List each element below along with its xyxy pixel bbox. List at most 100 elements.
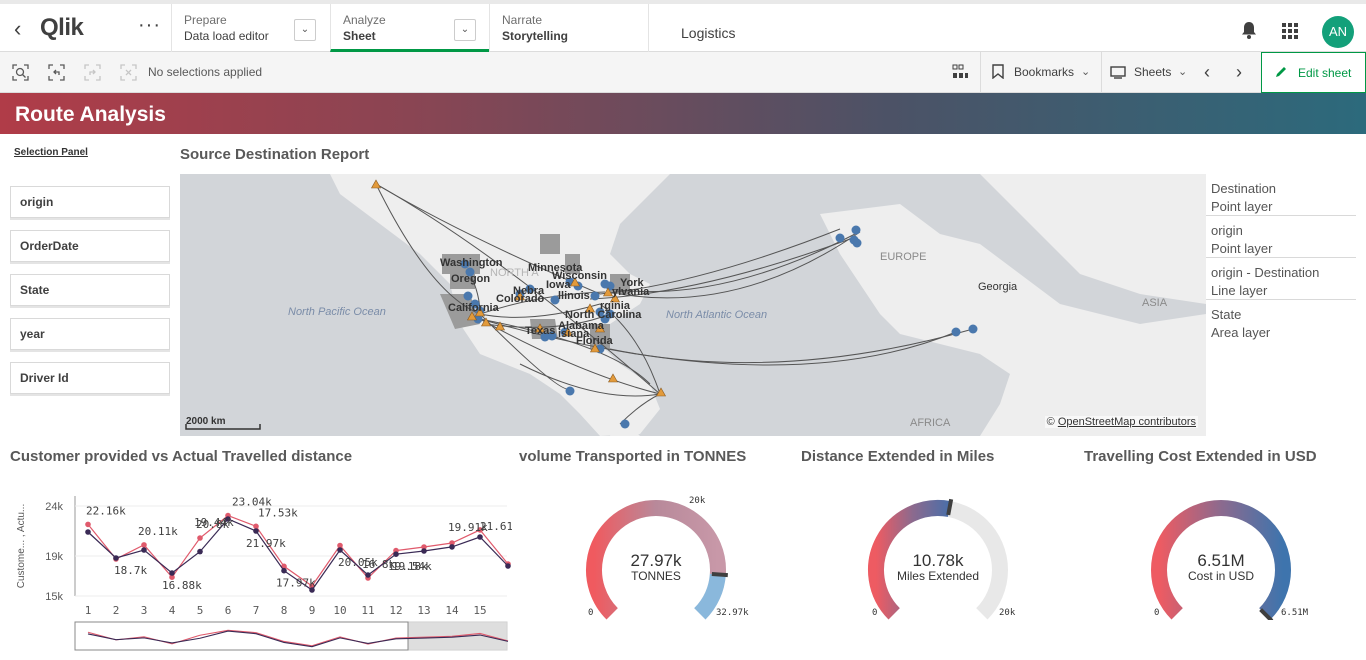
- data-label: 17.97k: [276, 577, 316, 590]
- legend-name: origin: [1211, 223, 1243, 238]
- credit-prefix: ©: [1046, 416, 1055, 428]
- legend-type: Area layer: [1211, 325, 1271, 340]
- scale-label: 2000 km: [186, 416, 226, 427]
- x-tick-label: 8: [281, 604, 288, 617]
- filter-driver-id[interactable]: Driver Id: [10, 362, 170, 394]
- map-legend: Destination Point layer origin Point layer…: [1206, 174, 1356, 342]
- x-tick-label: 5: [197, 604, 204, 617]
- bookmark-icon[interactable]: [992, 64, 1004, 82]
- bell-icon[interactable]: [1241, 21, 1257, 44]
- gauge-distance[interactable]: 10.78k Miles Extended 0 20k: [858, 490, 1018, 620]
- gauge-max: 6.51M: [1281, 608, 1309, 618]
- more-icon[interactable]: ···: [138, 14, 161, 37]
- legend-name: Destination: [1211, 181, 1277, 196]
- gauge-unit: TONNES: [631, 569, 681, 583]
- openstreetmap-link[interactable]: OpenStreetMap contributors: [1058, 416, 1196, 428]
- step-forward-icon[interactable]: [84, 64, 101, 84]
- toolbar-divider: [1101, 52, 1102, 93]
- map-credit: © OpenStreetMap contributors: [1044, 416, 1198, 428]
- chevron-down-icon[interactable]: ⌄: [454, 19, 476, 41]
- data-point: [113, 555, 119, 561]
- smart-search-icon[interactable]: [12, 64, 29, 84]
- filter-year[interactable]: year: [10, 318, 170, 350]
- filter-state[interactable]: State: [10, 274, 170, 306]
- label-iowa: Iowa: [546, 279, 571, 291]
- y-tick-label: 19k: [45, 551, 63, 563]
- label-illinois: llinois: [558, 290, 590, 302]
- gauge-value: 6.51M: [1197, 551, 1245, 570]
- map-title: Source Destination Report: [180, 146, 370, 163]
- data-point: [393, 551, 399, 557]
- next-sheet-icon[interactable]: ›: [1236, 62, 1242, 83]
- x-tick-label: 11: [361, 604, 374, 617]
- tab-analyze[interactable]: Analyze Sheet ⌄: [330, 4, 489, 52]
- legend-name: State: [1211, 307, 1242, 322]
- label-georgia: Georgia: [978, 281, 1018, 293]
- data-point: [449, 544, 455, 550]
- state-area[interactable]: [540, 234, 560, 254]
- tab-prepare[interactable]: Prepare Data load editor ⌄: [171, 4, 330, 52]
- x-tick-label: 13: [417, 604, 430, 617]
- data-point: [365, 572, 371, 578]
- avatar[interactable]: AN: [1322, 16, 1354, 48]
- tab-prepare-label: Prepare: [184, 13, 227, 27]
- back-icon[interactable]: ‹: [14, 16, 21, 42]
- gauge-volume[interactable]: 27.97k TONNES 0 32.97k 20k: [576, 490, 749, 620]
- label-north-atlantic: North Atlantic Ocean: [666, 309, 767, 321]
- x-tick-label: 2: [113, 604, 120, 617]
- legend-destination[interactable]: Destination Point layer: [1206, 174, 1356, 216]
- legend-state[interactable]: State Area layer: [1206, 300, 1356, 342]
- legend-type: Line layer: [1211, 283, 1268, 298]
- gauge-unit: Cost in USD: [1187, 569, 1255, 583]
- top-nav-bar: ‹ Qlik ··· Prepare Data load editor ⌄ An…: [0, 0, 1366, 52]
- legend-origin-destination[interactable]: origin - Destination Line layer: [1206, 258, 1356, 300]
- data-point: [169, 570, 175, 576]
- clear-selections-icon[interactable]: [120, 64, 137, 84]
- step-back-icon[interactable]: [48, 64, 65, 84]
- sheet-title: Route Analysis: [15, 103, 166, 126]
- label-pennsylvania: ylvania: [612, 286, 650, 298]
- x-tick-label: 14: [445, 604, 459, 617]
- chevron-down-icon[interactable]: ⌄: [294, 19, 316, 41]
- qlik-logo[interactable]: Qlik: [40, 14, 84, 42]
- chevron-down-icon[interactable]: ⌄: [1081, 65, 1090, 78]
- app-name: Logistics: [681, 25, 736, 41]
- tab-narrate-value: Storytelling: [502, 29, 569, 43]
- previous-sheet-icon[interactable]: ‹: [1204, 62, 1210, 83]
- filter-orderdate[interactable]: OrderDate: [10, 230, 170, 262]
- legend-type: Point layer: [1211, 241, 1273, 256]
- legend-origin[interactable]: origin Point layer: [1206, 216, 1356, 258]
- label-north-pacific: North Pacific Ocean: [288, 306, 386, 318]
- gauge1-title: volume Transported in TONNES: [519, 448, 747, 465]
- label-florida: Florida: [576, 335, 614, 347]
- edit-sheet-button[interactable]: Edit sheet: [1261, 52, 1366, 93]
- gauge3-title: Travelling Cost Extended in USD: [1084, 448, 1317, 465]
- data-label: 19.18k: [388, 560, 428, 573]
- data-point: [85, 529, 91, 535]
- tab-narrate[interactable]: Narrate Storytelling: [489, 4, 649, 52]
- sheets-button[interactable]: Sheets: [1134, 65, 1171, 79]
- gauge-value: 27.97k: [630, 551, 682, 570]
- filter-origin[interactable]: origin: [10, 186, 170, 218]
- chevron-down-icon[interactable]: ⌄: [1178, 65, 1187, 78]
- apps-grid-icon[interactable]: [1282, 23, 1298, 39]
- label-africa: AFRICA: [910, 417, 951, 429]
- data-label: 16.88k: [162, 579, 202, 592]
- x-tick-label: 12: [389, 604, 402, 617]
- route-map[interactable]: EUROPE ASIA AFRICA Georgia North Pacific…: [180, 174, 1206, 436]
- data-point: [505, 563, 511, 569]
- bookmarks-button[interactable]: Bookmarks: [1014, 65, 1074, 79]
- data-label: 21.97k: [246, 537, 286, 550]
- map-canvas: EUROPE ASIA AFRICA Georgia North Pacific…: [185, 174, 1206, 436]
- gauge-value: 10.78k: [912, 551, 964, 570]
- line-chart[interactable]: 24k19k15kCustome... , Actu...1 2 3 4 5 6 7 8 9 10…: [0, 478, 512, 660]
- y-tick-label: 24k: [45, 501, 63, 513]
- gauge-segment: 20k: [689, 496, 706, 506]
- data-label: 18.7k: [114, 564, 147, 577]
- gauge2-title: Distance Extended in Miles: [801, 448, 995, 465]
- gauge-cost[interactable]: 6.51M Cost in USD 0 6.51M: [1141, 490, 1308, 623]
- asset-panel-icon[interactable]: [952, 64, 969, 82]
- sheets-icon[interactable]: [1110, 66, 1126, 82]
- label-nebraska: Nebra: [513, 285, 545, 297]
- label-europe: EUROPE: [880, 251, 926, 263]
